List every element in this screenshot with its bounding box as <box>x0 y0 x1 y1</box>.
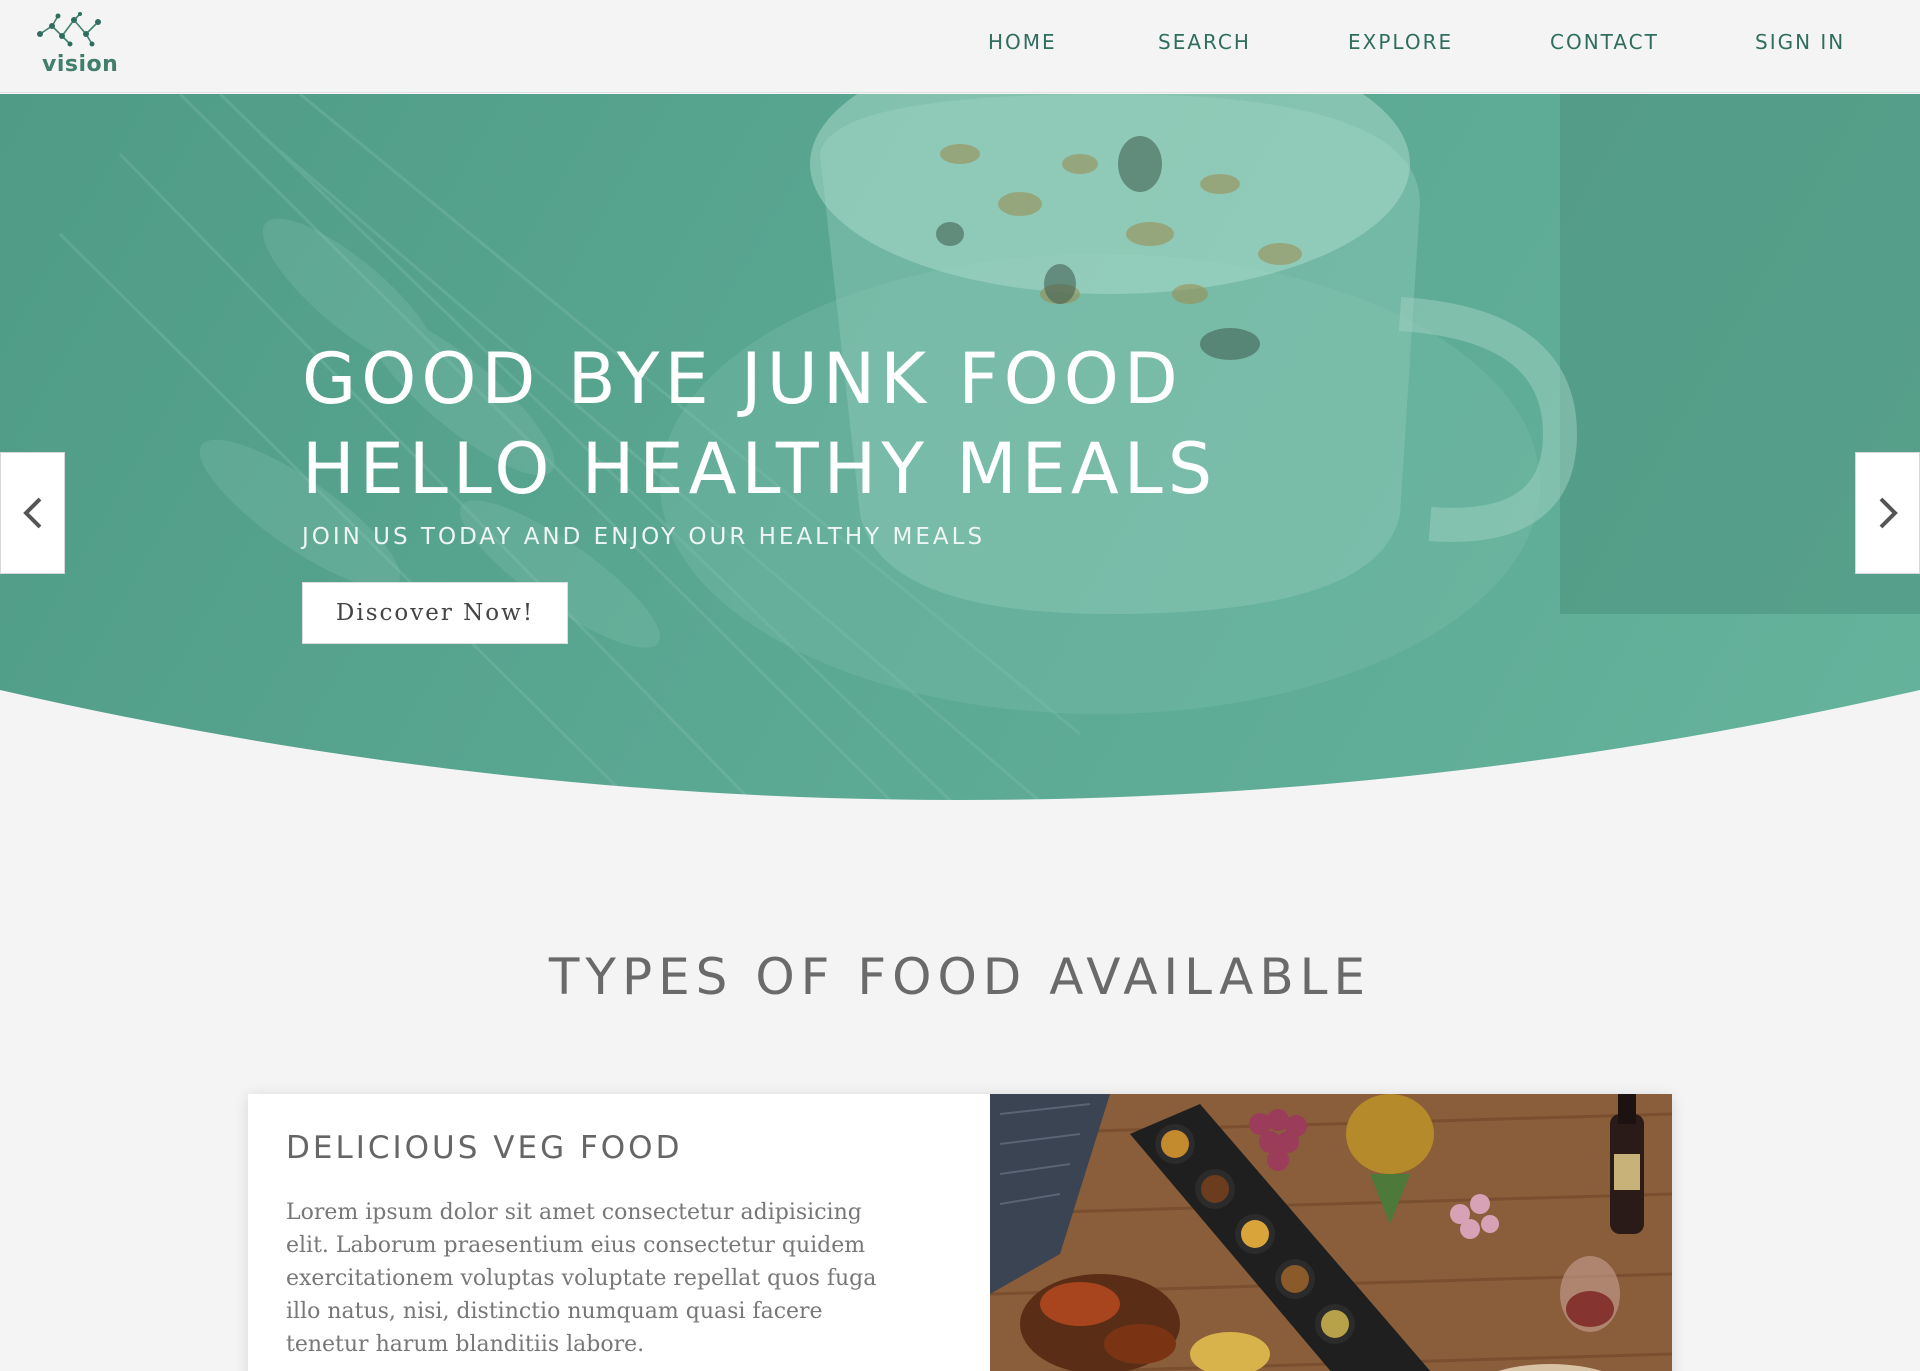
brand-logo[interactable]: vision <box>36 12 119 80</box>
nav-contact[interactable]: CONTACT <box>1550 30 1659 54</box>
hero-title: GOOD BYE JUNK FOOD HELLO HEALTHY MEALS <box>302 334 1217 514</box>
card-description: Lorem ipsum dolor sit amet consectetur a… <box>286 1200 877 1357</box>
hero-curve-divider <box>0 690 1920 810</box>
chevron-right-icon <box>1879 497 1898 529</box>
molecule-logo-icon <box>37 12 101 47</box>
hero-title-line-2: HELLO HEALTHY MEALS <box>302 428 1218 510</box>
nav-explore[interactable]: EXPLORE <box>1348 30 1453 54</box>
nav-sign-in[interactable]: SIGN IN <box>1755 30 1845 54</box>
card-food-image <box>989 1094 1672 1371</box>
food-platter-illustration <box>989 1094 1672 1371</box>
card-title: DELICIOUS VEG FOOD <box>286 1130 683 1166</box>
section-title: TYPES OF FOOD AVAILABLE <box>548 948 1372 1006</box>
discover-now-button[interactable]: Discover Now! <box>302 582 568 644</box>
nav-home[interactable]: HOME <box>988 30 1057 54</box>
hero-subtitle: JOIN US TODAY AND ENJOY OUR HEALTHY MEAL… <box>302 524 986 550</box>
hero-banner: GOOD BYE JUNK FOOD HELLO HEALTHY MEALS J… <box>0 94 1920 810</box>
carousel-next-button[interactable] <box>1855 452 1920 574</box>
chevron-left-icon <box>22 497 41 529</box>
card-text-panel: DELICIOUS VEG FOOD Lorem ipsum dolor sit… <box>248 1094 990 1371</box>
nav-search[interactable]: SEARCH <box>1158 30 1251 54</box>
brand-name: vision <box>42 52 119 77</box>
hero-title-line-1: GOOD BYE JUNK FOOD <box>302 338 1183 420</box>
carousel-prev-button[interactable] <box>0 452 65 574</box>
food-type-card: DELICIOUS VEG FOOD Lorem ipsum dolor sit… <box>248 1094 1672 1371</box>
top-navbar: vision HOME SEARCH EXPLORE CONTACT SIGN … <box>0 0 1920 93</box>
